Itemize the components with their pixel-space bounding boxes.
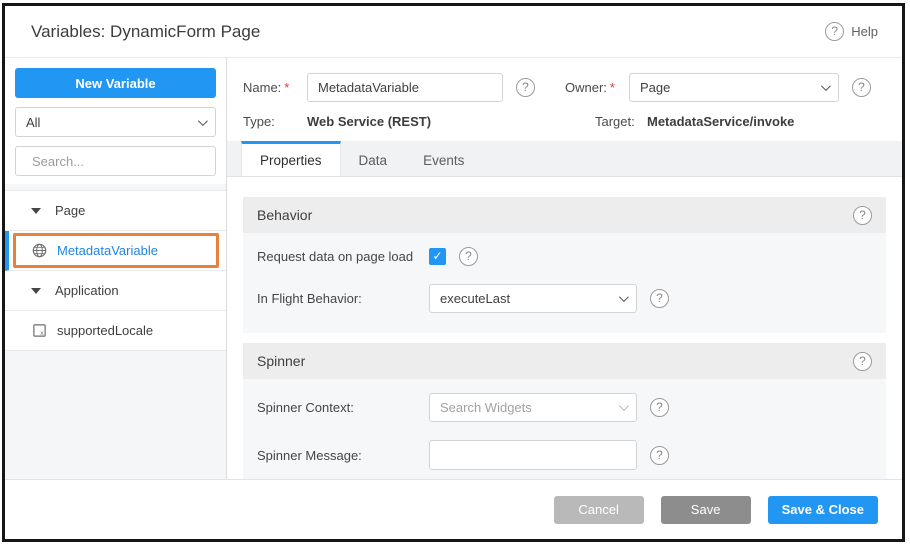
spinner-section: Spinner ? Spinner Context: Search Widget… bbox=[243, 343, 886, 479]
sidebar-controls: New Variable All bbox=[5, 58, 226, 184]
spinner-context-help-icon[interactable]: ? bbox=[650, 398, 669, 417]
tree-item-metadatavariable[interactable]: MetadataVariable bbox=[5, 231, 226, 271]
required-marker: * bbox=[610, 80, 615, 95]
owner-help-icon[interactable]: ? bbox=[852, 78, 871, 97]
filter-select-value: All bbox=[26, 115, 40, 130]
name-field[interactable] bbox=[307, 73, 503, 102]
owner-label: Owner:* bbox=[565, 80, 629, 95]
chevron-down-icon bbox=[821, 81, 831, 91]
chevron-down-icon bbox=[198, 116, 208, 126]
tree-item-label: supportedLocale bbox=[57, 323, 153, 338]
target-value: MetadataService/invoke bbox=[647, 114, 794, 129]
page-title: Variables: DynamicForm Page bbox=[31, 22, 260, 42]
behavior-section: Behavior ? Request data on page load ✓ ?… bbox=[243, 197, 886, 333]
help-label: Help bbox=[851, 24, 878, 39]
target-label: Target: bbox=[595, 114, 647, 129]
spinner-help-icon[interactable]: ? bbox=[853, 352, 872, 371]
tree-group-page[interactable]: Page bbox=[5, 191, 226, 231]
spinner-context-select[interactable]: Search Widgets bbox=[429, 393, 637, 422]
request-data-checkbox[interactable]: ✓ bbox=[429, 248, 446, 265]
web-service-globe-icon bbox=[31, 243, 47, 259]
save-close-button[interactable]: Save & Close bbox=[768, 496, 878, 524]
properties-content: Behavior ? Request data on page load ✓ ?… bbox=[227, 177, 902, 479]
tree-item-supportedlocale[interactable]: x supportedLocale bbox=[5, 311, 226, 351]
tab-data[interactable]: Data bbox=[341, 141, 406, 176]
type-value: Web Service (REST) bbox=[307, 114, 565, 129]
required-marker: * bbox=[284, 80, 289, 95]
variables-dialog: Variables: DynamicForm Page ? Help New V… bbox=[2, 3, 905, 542]
spinner-context-label: Spinner Context: bbox=[257, 400, 429, 415]
owner-select[interactable]: Page bbox=[629, 73, 839, 102]
name-help-icon[interactable]: ? bbox=[516, 78, 535, 97]
caret-down-icon bbox=[31, 208, 41, 214]
dialog-header: Variables: DynamicForm Page ? Help bbox=[5, 6, 902, 58]
search-box bbox=[15, 146, 216, 176]
editor-tabs: Properties Data Events bbox=[227, 141, 902, 177]
help-icon[interactable]: ? bbox=[825, 22, 844, 41]
caret-down-icon bbox=[31, 288, 41, 294]
search-input[interactable] bbox=[32, 154, 208, 169]
chevron-down-icon bbox=[619, 401, 629, 411]
dialog-footer: Cancel Save Save & Close bbox=[5, 479, 902, 539]
spinner-context-placeholder: Search Widgets bbox=[440, 400, 532, 415]
variables-tree: Page MetadataVariable bbox=[5, 190, 226, 351]
spinner-message-field[interactable] bbox=[429, 440, 637, 470]
tab-properties[interactable]: Properties bbox=[241, 141, 341, 176]
chevron-down-icon bbox=[619, 292, 629, 302]
behavior-section-header: Behavior ? bbox=[243, 197, 886, 233]
behavior-section-body: Request data on page load ✓ ? In Flight … bbox=[243, 233, 886, 333]
tab-events[interactable]: Events bbox=[405, 141, 482, 176]
filter-select[interactable]: All bbox=[15, 107, 216, 137]
section-title: Behavior bbox=[257, 207, 312, 223]
tree-group-label: Application bbox=[55, 283, 119, 298]
inflight-behavior-select[interactable]: executeLast bbox=[429, 284, 637, 313]
tree-group-application[interactable]: Application bbox=[5, 271, 226, 311]
behavior-help-icon[interactable]: ? bbox=[853, 206, 872, 225]
variable-editor: Name:* ? Owner:* Page ? bbox=[227, 58, 902, 479]
inflight-behavior-value: executeLast bbox=[440, 291, 510, 306]
spinner-section-body: Spinner Context: Search Widgets ? Spinne… bbox=[243, 379, 886, 479]
inflight-behavior-help-icon[interactable]: ? bbox=[650, 289, 669, 308]
spinner-section-header: Spinner ? bbox=[243, 343, 886, 379]
variables-sidebar: New Variable All Page bbox=[5, 58, 227, 479]
name-label: Name:* bbox=[243, 80, 307, 95]
spinner-message-label: Spinner Message: bbox=[257, 448, 429, 463]
help-button[interactable]: ? Help bbox=[825, 22, 878, 41]
model-variable-icon: x bbox=[31, 323, 47, 339]
cancel-button[interactable]: Cancel bbox=[554, 496, 644, 524]
request-data-label: Request data on page load bbox=[257, 249, 429, 264]
type-label: Type: bbox=[243, 114, 307, 129]
section-title: Spinner bbox=[257, 353, 305, 369]
inflight-behavior-label: In Flight Behavior: bbox=[257, 291, 429, 306]
tree-item-label: MetadataVariable bbox=[57, 243, 158, 258]
variable-summary: Name:* ? Owner:* Page ? bbox=[227, 58, 902, 141]
tree-group-label: Page bbox=[55, 203, 85, 218]
save-button[interactable]: Save bbox=[661, 496, 751, 524]
spinner-message-help-icon[interactable]: ? bbox=[650, 446, 669, 465]
request-data-help-icon[interactable]: ? bbox=[459, 247, 478, 266]
new-variable-button[interactable]: New Variable bbox=[15, 68, 216, 98]
owner-select-value: Page bbox=[640, 80, 670, 95]
